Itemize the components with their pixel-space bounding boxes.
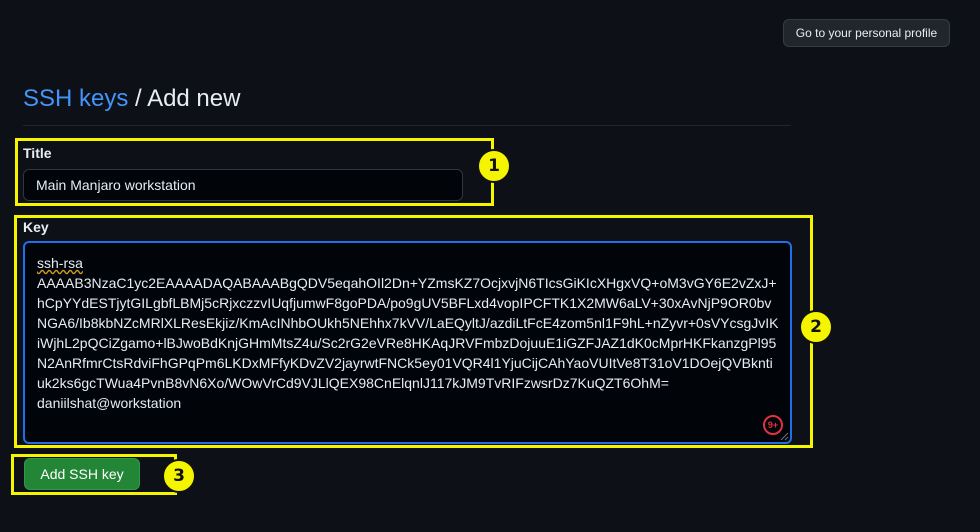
add-ssh-key-button[interactable]: Add SSH key bbox=[24, 458, 140, 490]
key-body: AAAAB3NzaC1yc2EAAAADAQABAAABgQDV5eqahOIl… bbox=[37, 275, 779, 391]
page-title: SSH keys / Add new bbox=[23, 84, 240, 114]
key-type: ssh-rsa bbox=[37, 255, 83, 271]
key-textarea[interactable]: ssh-rsa AAAAB3NzaC1yc2EAAAADAQABAAABgQDV… bbox=[23, 241, 792, 444]
personal-profile-button[interactable]: Go to your personal profile bbox=[783, 19, 950, 47]
callout-badge-1: 1 bbox=[477, 149, 511, 183]
callout-badge-3: 3 bbox=[162, 459, 196, 493]
breadcrumb-separator: / bbox=[135, 85, 142, 112]
ssh-keys-breadcrumb-link[interactable]: SSH keys bbox=[23, 85, 128, 112]
heading-divider bbox=[23, 125, 791, 126]
title-input[interactable] bbox=[23, 169, 463, 201]
resize-grip-icon[interactable] bbox=[779, 431, 789, 441]
key-comment: daniilshat@workstation bbox=[37, 395, 182, 411]
title-label: Title bbox=[23, 145, 52, 161]
callout-badge-2: 2 bbox=[799, 310, 833, 344]
breadcrumb-current: Add new bbox=[147, 85, 241, 112]
key-label: Key bbox=[23, 219, 49, 235]
